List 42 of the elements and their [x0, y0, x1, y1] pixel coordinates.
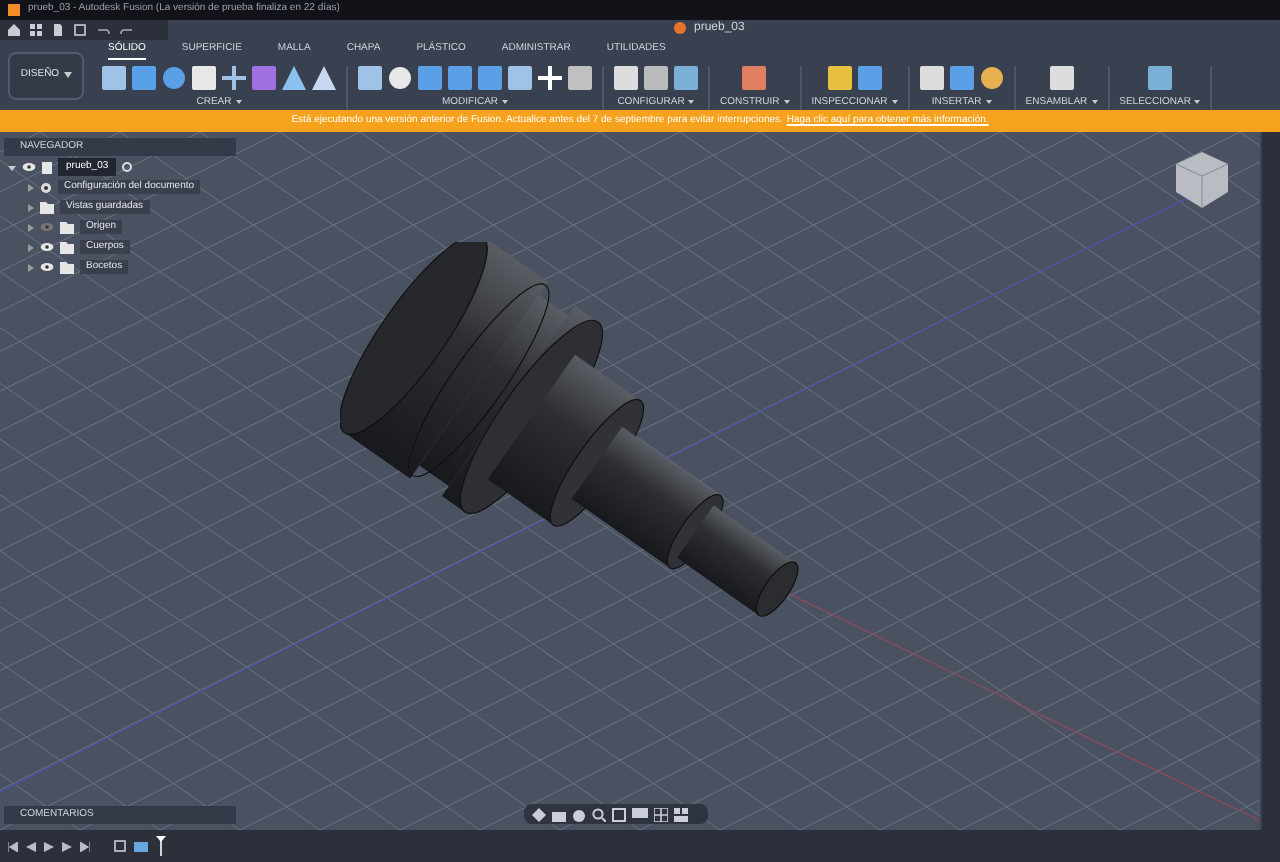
fit-icon[interactable]: [612, 807, 626, 821]
radio-icon[interactable]: [122, 162, 133, 172]
app-icon: [8, 4, 20, 16]
hidden-eye-icon[interactable]: [40, 222, 54, 232]
collapsed-caret-icon[interactable]: [28, 203, 34, 211]
collapsed-caret-icon[interactable]: [28, 183, 34, 191]
caret-icon: [1091, 100, 1098, 105]
viewports-icon[interactable]: [674, 807, 688, 821]
play-icon[interactable]: [44, 841, 54, 851]
view-cube-icon[interactable]: [1170, 148, 1234, 212]
caret-icon: [783, 100, 790, 105]
collapsed-caret-icon[interactable]: [28, 263, 34, 271]
eye-icon[interactable]: [40, 262, 54, 272]
document-icon: [42, 161, 52, 173]
redo-icon[interactable]: [120, 25, 134, 35]
caret-icon: [891, 100, 898, 105]
cone-icon[interactable]: [312, 65, 336, 89]
zoom-icon[interactable]: [592, 807, 606, 821]
caret-icon: [63, 72, 72, 78]
timeline-marker-icon[interactable]: [156, 836, 166, 856]
previous-icon[interactable]: [26, 841, 36, 851]
file-icon[interactable]: [52, 24, 64, 36]
eye-icon[interactable]: [22, 162, 36, 172]
collapsed-caret-icon[interactable]: [28, 223, 34, 231]
collapsed-caret-icon[interactable]: [28, 243, 34, 251]
grid-icon[interactable]: [30, 24, 42, 36]
move-icon[interactable]: [538, 65, 562, 89]
next-icon[interactable]: [62, 841, 72, 851]
caret-icon: [688, 100, 695, 105]
eye-icon[interactable]: [40, 242, 54, 252]
home-icon[interactable]: [8, 24, 20, 36]
display-icon[interactable]: [632, 807, 648, 821]
grid-icon[interactable]: [654, 807, 668, 821]
expanded-caret-icon[interactable]: [8, 163, 16, 171]
caret-icon: [1194, 100, 1201, 105]
caret-icon: [985, 100, 992, 105]
first-icon[interactable]: [8, 841, 18, 851]
last-icon[interactable]: [80, 841, 90, 851]
undo-icon[interactable]: [96, 25, 110, 35]
caret-icon: [502, 100, 509, 105]
caret-icon: [235, 100, 242, 105]
document-icon: [674, 22, 686, 34]
